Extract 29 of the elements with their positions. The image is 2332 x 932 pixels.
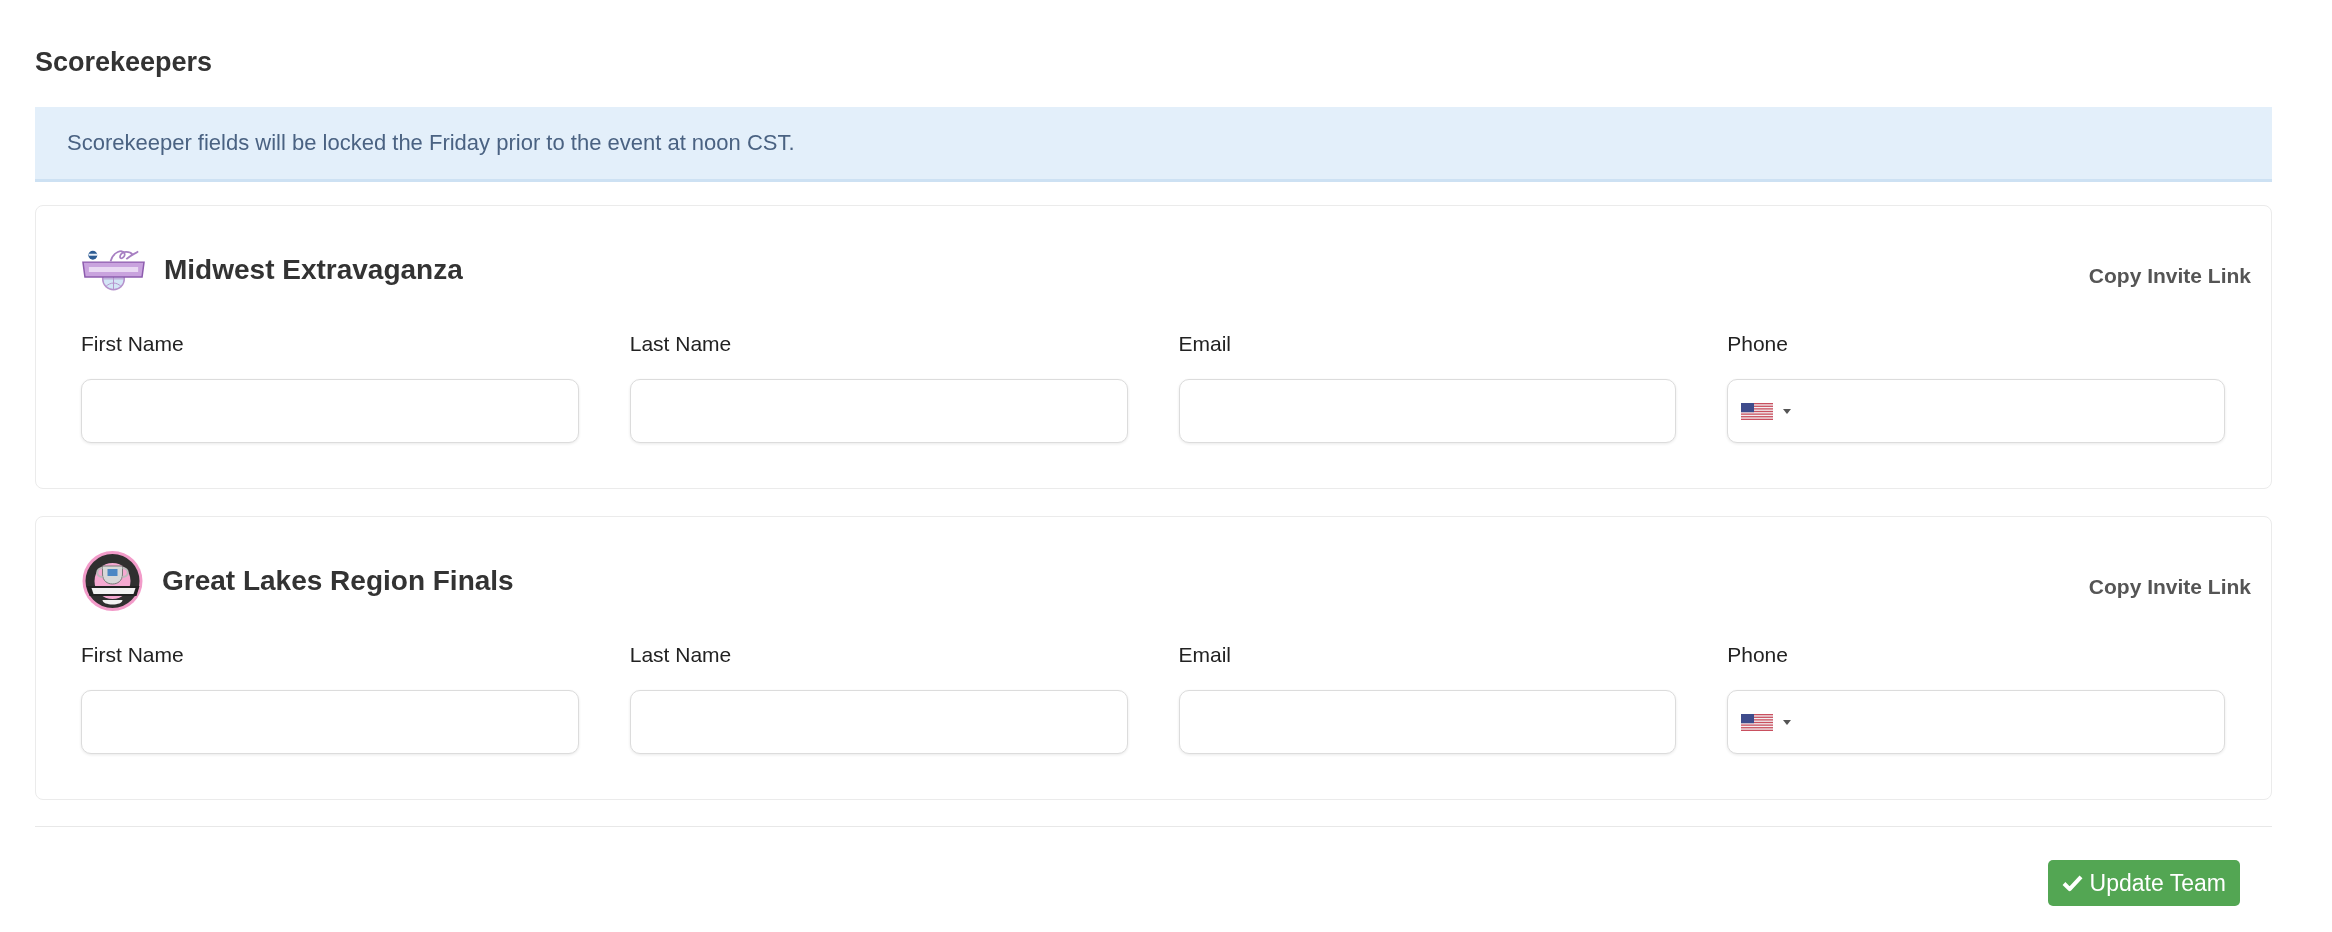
text-field[interactable]: [629, 379, 1128, 443]
flag-icon[interactable]: [1741, 402, 1774, 420]
banner-logo-icon: [81, 249, 146, 291]
text-field[interactable]: [81, 379, 579, 443]
copy-invite-link[interactable]: Copy Invite Link: [2088, 264, 2251, 288]
field-label: Phone: [1727, 643, 1788, 667]
caret-icon[interactable]: [1783, 408, 1792, 414]
text-field[interactable]: [1178, 379, 1677, 443]
flag-icon[interactable]: [1741, 713, 1774, 731]
info-banner: Scorekeeper fields will be locked the Friday prior to the event at noon CST.: [35, 107, 2272, 182]
field-label: Last Name: [629, 643, 732, 667]
section-heading: Scorekeepers: [35, 46, 213, 79]
event-name: Great Lakes Region Finals: [162, 565, 514, 597]
text-field[interactable]: [629, 690, 1128, 754]
field-label: First Name: [81, 643, 184, 667]
caret-icon[interactable]: [1783, 719, 1792, 725]
field-label: Email: [1178, 643, 1231, 667]
badge-logo-icon: [81, 550, 144, 612]
phone-field[interactable]: [1727, 690, 2225, 754]
text-field[interactable]: [81, 690, 579, 754]
field-label: Email: [1178, 332, 1231, 356]
field-label: Phone: [1727, 332, 1788, 356]
check-icon: [2061, 874, 2083, 892]
phone-field[interactable]: [1727, 379, 2225, 443]
field-label: Last Name: [629, 332, 732, 356]
copy-invite-link[interactable]: Copy Invite Link: [2088, 575, 2251, 599]
text-field[interactable]: [1178, 690, 1677, 754]
event-name: Midwest Extravaganza: [164, 254, 463, 286]
field-label: First Name: [81, 332, 184, 356]
